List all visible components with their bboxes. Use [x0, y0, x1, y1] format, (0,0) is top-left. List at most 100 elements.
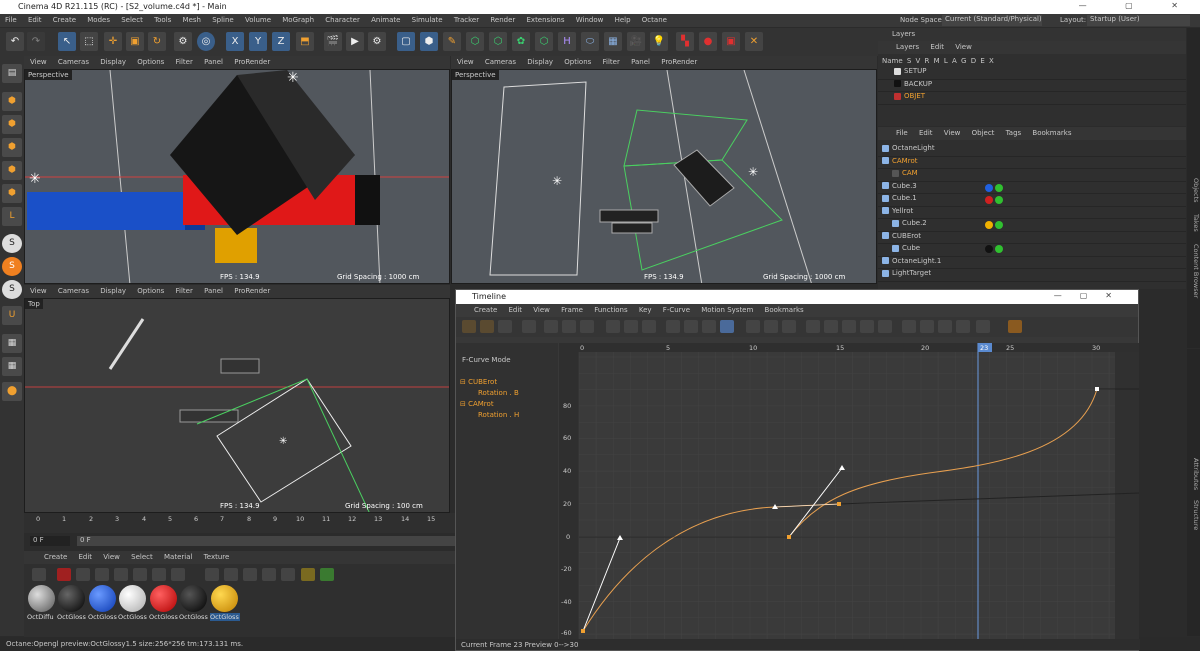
layout-select[interactable]: Startup (User)	[1087, 15, 1190, 26]
octane-mix-icon[interactable]	[171, 568, 185, 581]
object-row[interactable]: CUBErot	[878, 232, 1186, 244]
sky-icon[interactable]: ▦	[604, 32, 622, 51]
render-settings-icon[interactable]: ⚙	[368, 32, 386, 51]
fcurve-mode-icon[interactable]	[480, 320, 494, 333]
render-picture-viewer-icon[interactable]: ▶	[346, 32, 364, 51]
octane-live-db-icon[interactable]	[301, 568, 315, 581]
fracture-icon[interactable]: ✿	[512, 32, 530, 51]
axis-mode-icon[interactable]: L	[2, 207, 22, 226]
time-ruler[interactable]: 0 1 2 3 4 5 6 7 8 9 10 11 12 13 14 15	[24, 513, 456, 533]
object-row[interactable]: CAM	[878, 169, 1186, 182]
vp-menu-view[interactable]: View	[30, 287, 47, 295]
move-icon[interactable]: ✛	[104, 32, 122, 51]
tangent-auto-icon[interactable]	[806, 320, 820, 333]
menu-simulate[interactable]: Simulate	[412, 16, 443, 24]
layers-menu-layers[interactable]: Layers	[896, 43, 919, 51]
frame-all-icon[interactable]	[522, 320, 536, 333]
octane-tag-icon[interactable]	[995, 184, 1003, 192]
light-icon[interactable]: 💡	[650, 32, 668, 51]
octane-texture-icon[interactable]	[205, 568, 219, 581]
menu-octane[interactable]: Octane	[642, 16, 667, 24]
track-row[interactable]: ⊟ CUBErot	[456, 378, 558, 389]
vp-menu-filter[interactable]: Filter	[176, 58, 193, 66]
soft-selection-icon[interactable]: ⬤	[2, 382, 22, 401]
octane-dirt-icon[interactable]	[281, 568, 295, 581]
rotate-icon[interactable]: ↻	[148, 32, 166, 51]
track-sub-row[interactable]: Rotation . B	[456, 389, 558, 400]
workplane-snap-icon[interactable]: S	[2, 280, 22, 299]
vp-menu-view[interactable]: View	[30, 58, 47, 66]
tab-objects[interactable]: Objects	[1192, 178, 1200, 203]
linear-interp-icon[interactable]	[666, 320, 680, 333]
object-row[interactable]: Yellrot	[878, 207, 1186, 219]
tab-content-browser[interactable]: Content Browser	[1192, 244, 1200, 298]
object-row[interactable]: Cube	[878, 244, 1186, 257]
step-interp-icon[interactable]	[684, 320, 698, 333]
octane-camera-icon[interactable]	[57, 568, 71, 581]
material-ball[interactable]	[58, 585, 85, 612]
object-row[interactable]: CAMrot	[878, 157, 1186, 169]
snap-frames-icon[interactable]	[562, 320, 576, 333]
fcurve-editor[interactable]: 0 5 10 15 20 25 30 23 80 60 40 20 0 -20 …	[559, 343, 1140, 639]
mat-menu-edit[interactable]: Edit	[79, 553, 93, 561]
window-controls[interactable]: — ▢ ✕	[1079, 1, 1196, 10]
object-row[interactable]: Cube.1	[878, 194, 1186, 207]
obj-menu-bookmarks[interactable]: Bookmarks	[1032, 129, 1071, 137]
material-tag-icon[interactable]	[985, 184, 993, 192]
octane-tag-icon[interactable]	[995, 221, 1003, 229]
menu-window[interactable]: Window	[576, 16, 604, 24]
object-row[interactable]: Cube.2	[878, 219, 1186, 232]
octane-tools-icon[interactable]: ✕	[745, 32, 763, 51]
motion-clip-icon[interactable]	[1008, 320, 1022, 333]
workplane-icon[interactable]: ▦	[2, 334, 22, 353]
render-view-icon[interactable]: 🎬	[324, 32, 342, 51]
snap-settings-icon[interactable]: S	[2, 257, 22, 276]
material-filter-icon[interactable]	[32, 568, 46, 581]
tl-menu-create[interactable]: Create	[474, 306, 497, 314]
vp-menu-cameras[interactable]: Cameras	[485, 58, 516, 66]
material-tag-icon[interactable]	[985, 196, 993, 204]
obj-menu-object[interactable]: Object	[972, 129, 995, 137]
mograph-icon[interactable]: ⬡	[535, 32, 553, 51]
zero-angle-icon[interactable]	[642, 320, 656, 333]
coordinate-system-icon[interactable]: ◎	[197, 32, 215, 51]
material-ball[interactable]	[150, 585, 177, 612]
octane-specular-icon[interactable]	[152, 568, 166, 581]
viewport-canvas[interactable]: ✳ ✳ Perspective FPS : 134.9 Grid Spacing…	[24, 69, 450, 284]
vp-menu-panel[interactable]: Panel	[204, 287, 223, 295]
menu-modes[interactable]: Modes	[87, 16, 110, 24]
octane-gradient-icon[interactable]	[243, 568, 257, 581]
mat-menu-create[interactable]: Create	[44, 553, 67, 561]
tab-takes[interactable]: Takes	[1192, 214, 1200, 232]
menu-mesh[interactable]: Mesh	[183, 16, 201, 24]
material-ball[interactable]	[211, 585, 238, 612]
octane-node-icon[interactable]: ▚	[676, 32, 694, 51]
make-editable-icon[interactable]: ▤	[2, 64, 22, 83]
keyframe-lock-icon[interactable]	[902, 320, 916, 333]
menu-select[interactable]: Select	[121, 16, 143, 24]
menu-tracker[interactable]: Tracker	[454, 16, 479, 24]
node-space-select[interactable]: Current (Standard/Physical)	[942, 15, 1042, 26]
material-ball[interactable]	[180, 585, 207, 612]
ease-in-icon[interactable]	[746, 320, 760, 333]
floor-icon[interactable]: ⬭	[581, 32, 599, 51]
octane-material-icon[interactable]	[76, 568, 90, 581]
subdivision-icon[interactable]: ⬡	[466, 32, 484, 51]
menu-tools[interactable]: Tools	[154, 16, 171, 24]
vp-menu-panel[interactable]: Panel	[204, 58, 223, 66]
delete-key-icon[interactable]	[624, 320, 638, 333]
snap-icon[interactable]: S	[2, 234, 22, 253]
tl-menu-edit[interactable]: Edit	[509, 306, 523, 314]
vp-menu-cameras[interactable]: Cameras	[58, 58, 89, 66]
tl-menu-bookmarks[interactable]: Bookmarks	[765, 306, 804, 314]
vp-menu-filter[interactable]: Filter	[176, 287, 193, 295]
polygons-mode-icon[interactable]: ⬢	[2, 184, 22, 203]
magnet-icon[interactable]: U	[2, 306, 22, 325]
keyframe-value-lock-icon[interactable]	[938, 320, 952, 333]
vp-menu-prorender[interactable]: ProRender	[661, 58, 697, 66]
z-axis-lock-icon[interactable]: Z	[272, 32, 290, 51]
current-frame-field[interactable]: 0 F	[77, 536, 455, 546]
cloner-icon[interactable]: ⬡	[489, 32, 507, 51]
menu-spline[interactable]: Spline	[212, 16, 234, 24]
ease-ease-icon[interactable]	[782, 320, 796, 333]
